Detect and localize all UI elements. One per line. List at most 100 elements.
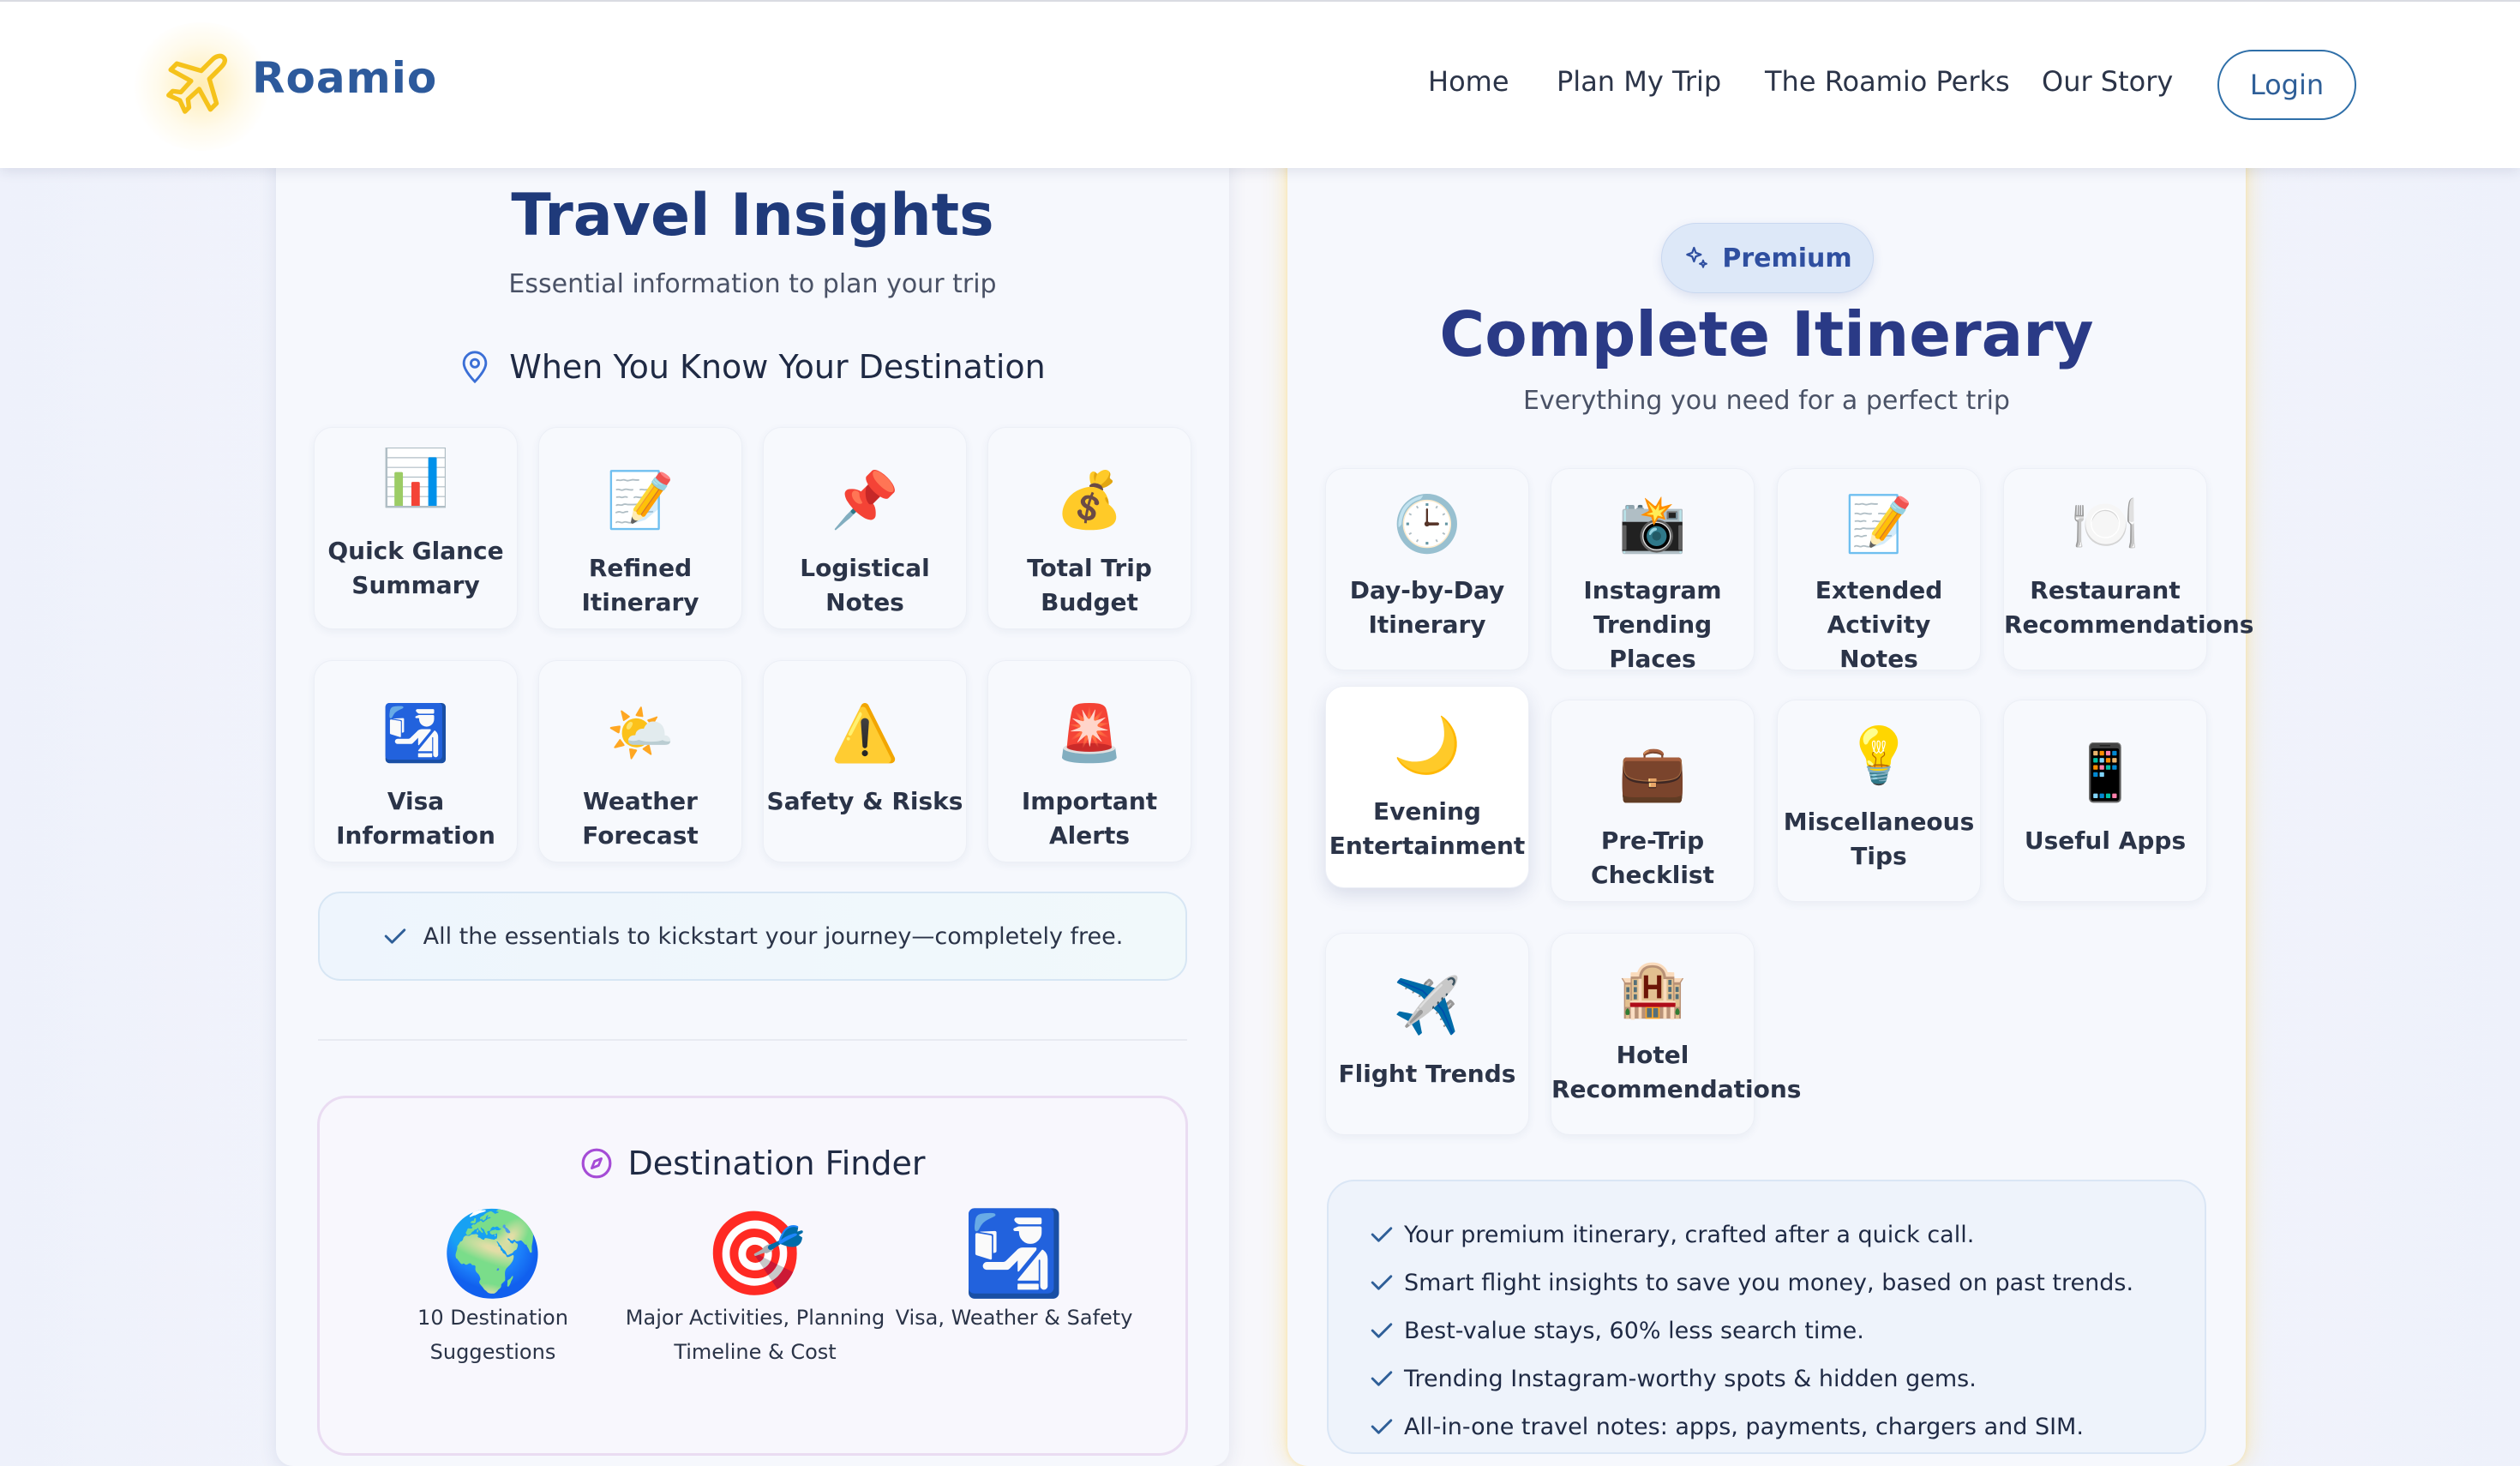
card-total-trip-budget[interactable]: 💰 Total Trip Budget <box>987 427 1191 629</box>
destination-finder-title: Destination Finder <box>627 1145 926 1182</box>
card-label: Instagram Trending Places <box>1583 576 1722 673</box>
card-flight-trends[interactable]: ✈️ Flight Trends <box>1325 933 1529 1135</box>
login-button[interactable]: Login <box>2217 50 2356 120</box>
card-evening-entertainment[interactable]: 🌙 Evening Entertainment <box>1325 686 1529 888</box>
nav-home[interactable]: Home <box>1428 65 1509 98</box>
clock-icon: 🕒 <box>1393 493 1461 556</box>
feature-row: Smart flight insights to save you money,… <box>1359 1259 2205 1307</box>
section-divider <box>318 1039 1187 1041</box>
card-hotel-recommendations[interactable]: 🏨 Hotel Recommendations <box>1551 933 1802 1135</box>
card-label: Useful Apps <box>2024 826 2187 855</box>
airplane-icon[interactable] <box>165 51 230 117</box>
memo-icon: 📝 <box>1845 493 1913 556</box>
card-quick-glance-summary[interactable]: 📊 Quick Glance Summary <box>314 427 518 629</box>
brand-name[interactable]: Roamio <box>252 53 437 103</box>
target-icon: 🎯 <box>704 1205 807 1301</box>
briefcase-icon: 💼 <box>1618 742 1687 805</box>
finder-item-visa-weather-safety[interactable]: 🛂 Visa, Weather & Safety <box>885 1206 1143 1335</box>
premium-badge-label: Premium <box>1722 243 1852 273</box>
feature-row: Trending Instagram-worthy spots & hidden… <box>1359 1355 2205 1403</box>
destination-finder-card: Destination Finder 🌍 10 Destination Sugg… <box>317 1096 1188 1456</box>
memo-icon: 📝 <box>606 469 675 532</box>
check-icon <box>1371 1371 1393 1386</box>
nav-our-story[interactable]: Our Story <box>2042 65 2173 98</box>
passport-control-icon: 🛂 <box>963 1205 1065 1301</box>
feature-text: Trending Instagram-worthy spots & hidden… <box>1404 1365 1977 1392</box>
siren-icon: 🚨 <box>1055 702 1124 766</box>
travel-insights-title: Travel Insights <box>511 182 994 249</box>
nav-roamio-perks[interactable]: The Roamio Perks <box>1765 65 2010 98</box>
card-label: Important Alerts <box>1021 787 1158 850</box>
check-icon <box>1371 1275 1393 1290</box>
passport-control-icon: 🛂 <box>381 702 450 766</box>
destination-known-heading-text: When You Know Your Destination <box>509 348 1046 386</box>
card-label: Extended Activity Notes <box>1815 576 1943 673</box>
money-bag-icon: 💰 <box>1055 469 1124 532</box>
finder-item-label: Major Activities, Planning Timeline & Co… <box>625 1306 885 1364</box>
complete-itinerary-subtitle: Everything you need for a perfect trip <box>1523 386 2010 416</box>
finder-item-activities-timeline-cost[interactable]: 🎯 Major Activities, Planning Timeline & … <box>618 1206 892 1369</box>
check-icon <box>384 928 405 944</box>
sparkles-icon <box>1686 246 1708 268</box>
complete-itinerary-title: Complete Itinerary <box>1439 298 2094 370</box>
feature-text: Your premium itinerary, crafted after a … <box>1404 1221 1975 1248</box>
warning-icon: ⚠️ <box>831 702 899 766</box>
card-important-alerts[interactable]: 🚨 Important Alerts <box>987 660 1191 862</box>
card-pre-trip-checklist[interactable]: 💼 Pre-Trip Checklist <box>1551 700 1755 902</box>
card-extended-activity-notes[interactable]: 📝 Extended Activity Notes <box>1777 468 1981 673</box>
camera-flash-icon: 📸 <box>1618 493 1687 556</box>
free-essentials-note: All the essentials to kickstart your jou… <box>318 892 1187 981</box>
card-label: Pre-Trip Checklist <box>1591 826 1714 889</box>
finder-item-destination-suggestions[interactable]: 🌍 10 Destination Suggestions <box>364 1206 621 1369</box>
card-label: Miscellaneous Tips <box>1783 808 1975 870</box>
map-pin-icon <box>462 351 488 384</box>
feature-row: Best-value stays, 60% less search time. <box>1359 1307 2205 1355</box>
card-refined-itinerary[interactable]: 📝 Refined Itinerary <box>538 427 742 629</box>
compass-icon <box>581 1148 611 1179</box>
check-icon <box>1371 1323 1393 1338</box>
nav-plan-my-trip[interactable]: Plan My Trip <box>1557 65 1721 98</box>
card-miscellaneous-tips[interactable]: 💡 Miscellaneous Tips <box>1777 700 1981 902</box>
card-label: Visa Information <box>336 787 495 850</box>
card-label: Quick Glance Summary <box>327 537 504 599</box>
card-label: Flight Trends <box>1338 1060 1516 1088</box>
card-instagram-trending-places[interactable]: 📸 Instagram Trending Places <box>1551 468 1755 673</box>
card-weather-forecast[interactable]: 🌤️ Weather Forecast <box>538 660 742 862</box>
card-restaurant-recommendations[interactable]: 🍽️ Restaurant Recommendations <box>2003 468 2254 670</box>
premium-features-list: Your premium itinerary, crafted after a … <box>1327 1180 2206 1454</box>
top-nav-bar: Roamio Home Plan My Trip The Roamio Perk… <box>0 0 2520 168</box>
plate-cutlery-icon: 🍽️ <box>2071 493 2139 556</box>
check-icon <box>1371 1419 1393 1434</box>
mobile-phone-icon: 📱 <box>2071 742 2139 805</box>
feature-row: Your premium itinerary, crafted after a … <box>1359 1211 2205 1259</box>
card-label: Weather Forecast <box>582 787 699 850</box>
card-label: Hotel Recommendations <box>1551 1041 1802 1103</box>
card-day-by-day-itinerary[interactable]: 🕒 Day-by-Day Itinerary <box>1325 468 1529 670</box>
airplane-icon: ✈️ <box>1393 975 1461 1038</box>
card-label: Refined Itinerary <box>581 554 699 616</box>
card-label: Safety & Risks <box>766 787 963 815</box>
card-useful-apps[interactable]: 📱 Useful Apps <box>2003 700 2207 902</box>
sun-cloud-icon: 🌤️ <box>606 702 675 766</box>
destination-known-heading: When You Know Your Destination <box>276 348 1229 386</box>
card-label: Total Trip Budget <box>1027 554 1152 616</box>
crescent-moon-icon: 🌙 <box>1393 714 1461 778</box>
card-label: Logistical Notes <box>800 554 930 616</box>
feature-text: Smart flight insights to save you money,… <box>1404 1269 2134 1296</box>
free-essentials-text: All the essentials to kickstart your jou… <box>423 922 1124 950</box>
feature-text: All-in-one travel notes: apps, payments,… <box>1404 1413 2084 1440</box>
hotel-icon: 🏨 <box>1618 958 1687 1021</box>
card-label: Restaurant Recommendations <box>2004 576 2254 639</box>
card-safety-risks[interactable]: ⚠️ Safety & Risks <box>763 660 967 862</box>
globe-icon: 🌍 <box>441 1205 544 1301</box>
card-visa-information[interactable]: 🛂 Visa Information <box>314 660 518 862</box>
card-label: Evening Entertainment <box>1329 797 1526 860</box>
premium-badge: Premium <box>1661 223 1874 293</box>
bar-chart-icon: 📊 <box>381 447 450 510</box>
pushpin-icon: 📌 <box>831 469 899 532</box>
feature-text: Best-value stays, 60% less search time. <box>1404 1317 1864 1344</box>
light-bulb-icon: 💡 <box>1845 724 1913 788</box>
finder-item-label: 10 Destination Suggestions <box>417 1306 568 1364</box>
card-logistical-notes[interactable]: 📌 Logistical Notes <box>763 427 967 629</box>
destination-finder-heading: Destination Finder <box>320 1145 1185 1182</box>
